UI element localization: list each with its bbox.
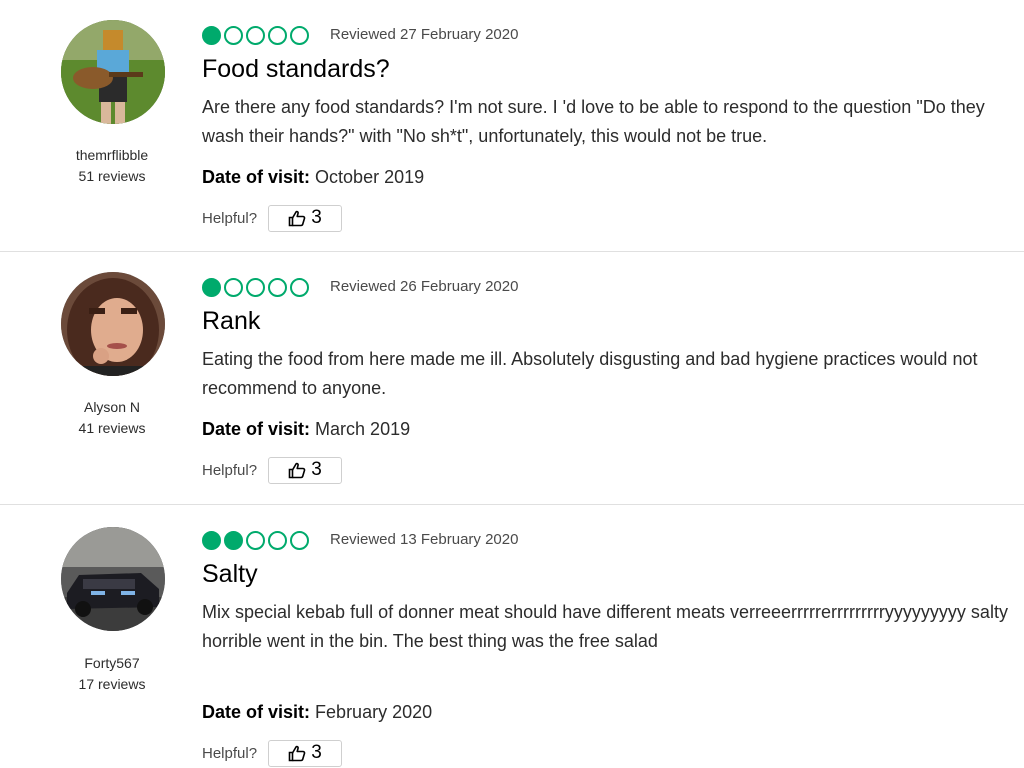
- helpful-count: 3: [311, 459, 322, 480]
- rating-bubble-empty: [268, 530, 287, 550]
- date-of-visit-label: Date of visit:: [202, 702, 311, 722]
- review-body: Are there any food standards? I'm not su…: [202, 97, 985, 146]
- thumbs-up-icon: [288, 210, 306, 226]
- review-card: Alyson N 41 reviews Reviewed 26 February…: [0, 252, 1024, 505]
- helpful-label: Helpful?: [202, 461, 258, 479]
- rating-bubble-empty: [290, 25, 309, 45]
- rating-bubble-filled: [202, 25, 221, 45]
- rating-bubbles: [202, 529, 309, 551]
- review-date: Reviewed 13 February 2020: [330, 531, 519, 548]
- helpful-row: Helpful? 3: [202, 739, 343, 767]
- avatar[interactable]: [61, 272, 165, 376]
- review-card: Forty567 17 reviews Reviewed 13 February…: [0, 505, 1024, 768]
- helpful-row: Helpful? 3: [202, 204, 343, 232]
- rating-bubble-empty: [268, 277, 287, 297]
- review-title[interactable]: Food standards?: [202, 55, 390, 84]
- date-of-visit-value: October 2019: [315, 167, 425, 187]
- rating-bubble-empty: [224, 25, 243, 45]
- rating-bubble-filled: [202, 277, 221, 297]
- avatar-photo-car: [61, 527, 165, 631]
- avatar[interactable]: [61, 20, 165, 124]
- rating-bubble-empty: [290, 277, 309, 297]
- thumbs-up-icon: [288, 745, 306, 761]
- date-of-visit: Date of visit: February 2020: [202, 702, 432, 723]
- review-date: Reviewed 27 February 2020: [330, 26, 519, 43]
- rating-bubble-empty: [224, 277, 243, 297]
- avatar[interactable]: [61, 527, 165, 631]
- rating-bubbles: [202, 24, 309, 46]
- date-of-visit: Date of visit: October 2019: [202, 167, 424, 188]
- rating-bubble-empty: [268, 25, 287, 45]
- rating-bubble-empty: [290, 530, 309, 550]
- reviewer-review-count: 17 reviews: [78, 676, 146, 692]
- thumbs-up-icon: [288, 462, 306, 478]
- review-body: Eating the food from here made me ill. A…: [202, 349, 978, 398]
- rating-bubble-empty: [246, 530, 265, 550]
- rating-bubble-empty: [246, 277, 265, 297]
- helpful-count: 3: [311, 207, 322, 228]
- avatar-photo-woman: [61, 272, 165, 376]
- date-of-visit-value: March 2019: [315, 419, 411, 439]
- rating-bubble-empty: [246, 25, 265, 45]
- date-of-visit-label: Date of visit:: [202, 419, 311, 439]
- review-card: themrflibble 51 reviews Reviewed 27 Febr…: [0, 0, 1024, 252]
- helpful-button[interactable]: 3: [268, 456, 343, 484]
- rating-bubbles: [202, 276, 309, 298]
- reviewer-name[interactable]: Alyson N: [0, 399, 224, 415]
- rating-bubble-filled: [224, 530, 243, 550]
- helpful-button[interactable]: 3: [268, 739, 343, 767]
- date-of-visit-value: February 2020: [315, 702, 433, 722]
- reviewer-review-count: 51 reviews: [78, 168, 146, 184]
- reviewer-name[interactable]: Forty567: [0, 655, 224, 671]
- date-of-visit: Date of visit: March 2019: [202, 419, 410, 440]
- helpful-label: Helpful?: [202, 209, 258, 227]
- helpful-label: Helpful?: [202, 744, 258, 762]
- review-title[interactable]: Rank: [202, 307, 260, 336]
- review-body: Mix special kebab full of donner meat sh…: [202, 602, 1008, 651]
- helpful-row: Helpful? 3: [202, 456, 343, 484]
- reviewer-name[interactable]: themrflibble: [0, 147, 224, 163]
- helpful-count: 3: [311, 742, 322, 763]
- date-of-visit-label: Date of visit:: [202, 167, 311, 187]
- reviewer-review-count: 41 reviews: [78, 420, 146, 436]
- review-title[interactable]: Salty: [202, 560, 258, 589]
- rating-bubble-filled: [202, 530, 221, 550]
- helpful-button[interactable]: 3: [268, 204, 343, 232]
- review-date: Reviewed 26 February 2020: [330, 278, 519, 295]
- avatar-photo-guitar-player: [61, 20, 165, 124]
